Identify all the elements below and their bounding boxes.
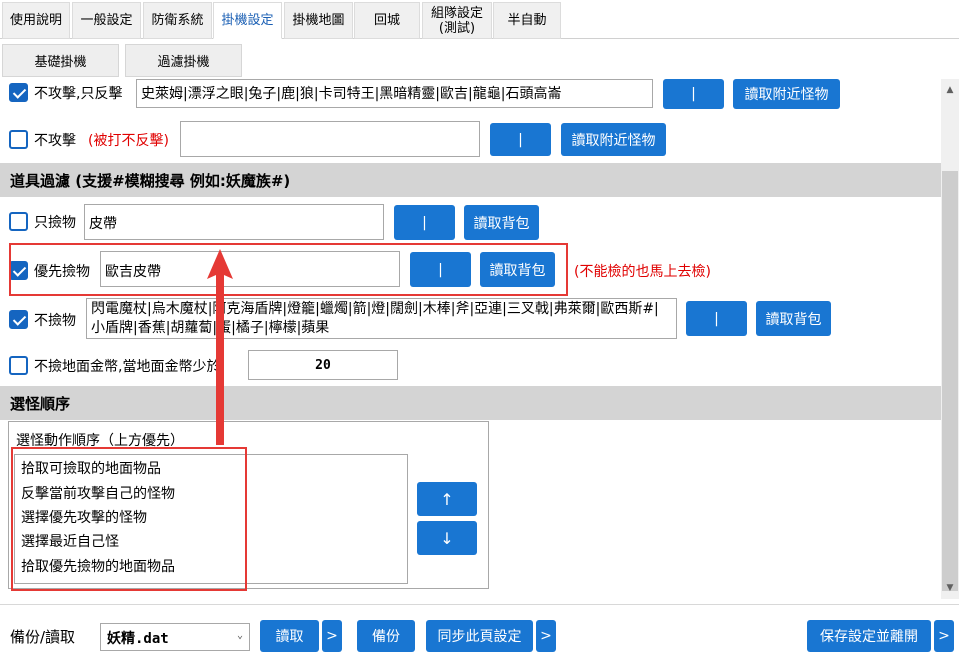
pickup-only-pipe-button[interactable]: |: [394, 205, 455, 240]
no-attack-note: (被打不反擊): [88, 133, 169, 149]
tab-general-settings[interactable]: 一般設定: [72, 2, 141, 39]
no-coins-label: 不撿地面金幣,當地面金幣少於: [34, 359, 221, 375]
no-attack-checkbox[interactable]: [9, 130, 28, 149]
subtab-basic-afk[interactable]: 基礎掛機: [2, 44, 119, 77]
tab-afk-map[interactable]: 掛機地圖: [284, 2, 353, 39]
no-pickup-label: 不撿物: [34, 313, 76, 329]
read-config-button[interactable]: 讀取: [260, 620, 319, 652]
red-arrow-annotation: [207, 249, 233, 445]
no-attack-counter-checkbox[interactable]: [9, 83, 28, 102]
save-more-button[interactable]: >: [934, 620, 954, 652]
tab-defense-system[interactable]: 防衛系統: [143, 2, 212, 39]
scroll-down-arrow-icon[interactable]: ▼: [941, 579, 959, 597]
scroll-up-arrow-icon[interactable]: ▲: [941, 81, 959, 99]
main-tab-bar: 使用說明 一般設定 防衛系統 掛機設定 掛機地圖 回城 組隊設定 (測試) 半自…: [0, 0, 959, 39]
config-file-select[interactable]: 妖精.dat ⌄: [100, 623, 250, 651]
target-order-highlight-box: [11, 447, 247, 591]
no-pickup-pipe-button[interactable]: |: [686, 301, 747, 336]
config-file-select-value: 妖精.dat: [107, 631, 169, 647]
target-order-section-header: 選怪順序: [0, 386, 941, 420]
sync-more-button[interactable]: >: [536, 620, 556, 652]
item-filter-section-header: 道具過濾 (支援#模糊搜尋 例如:妖魔族#): [0, 163, 941, 197]
move-up-button[interactable]: ↑: [417, 482, 477, 516]
chevron-down-icon: ⌄: [236, 630, 243, 641]
pickup-only-read-bag-button[interactable]: 讀取背包: [464, 205, 539, 240]
no-attack-counter-input[interactable]: 史萊姆|漂浮之眼|兔子|鹿|狼|卡司特王|黑暗精靈|歐吉|龍龜|石頭高崙: [136, 79, 653, 108]
save-and-exit-button[interactable]: 保存設定並離開: [807, 620, 931, 652]
read-more-button[interactable]: >: [322, 620, 342, 652]
no-attack-counter-pipe-button[interactable]: |: [663, 79, 724, 109]
tab-afk-settings[interactable]: 掛機設定: [213, 2, 282, 39]
no-attack-input[interactable]: [180, 121, 480, 157]
priority-pickup-highlight-box: [9, 243, 568, 296]
pickup-only-input[interactable]: 皮帶: [84, 204, 384, 240]
pickup-only-label: 只撿物: [34, 215, 76, 231]
subtab-filter-afk[interactable]: 過濾掛機: [125, 44, 242, 77]
no-attack-label: 不攻擊: [34, 133, 76, 149]
vertical-scrollbar[interactable]: ▲ ▼: [941, 79, 959, 599]
backup-button[interactable]: 備份: [357, 620, 415, 652]
tab-instructions[interactable]: 使用說明: [2, 2, 70, 39]
tab-party-settings[interactable]: 組隊設定 (測試): [422, 2, 492, 39]
tab-return-town[interactable]: 回城: [354, 2, 420, 39]
backup-read-label: 備份/讀取: [10, 628, 76, 646]
no-attack-pipe-button[interactable]: |: [490, 123, 551, 156]
move-down-button[interactable]: ↓: [417, 521, 477, 555]
sync-page-settings-button[interactable]: 同步此頁設定: [426, 620, 533, 652]
no-coins-threshold-input[interactable]: 20: [248, 350, 398, 380]
no-pickup-input[interactable]: 閃電魔杖|烏木魔杖|阿克海盾牌|燈籠|蠟燭|箭|燈|闊劍|木棒|斧|亞連|三叉戟…: [86, 298, 677, 339]
no-pickup-read-bag-button[interactable]: 讀取背包: [756, 301, 831, 336]
scroll-thumb[interactable]: [942, 171, 958, 591]
tab-semi-auto[interactable]: 半自動: [493, 2, 561, 39]
no-attack-counter-label: 不攻擊,只反擊: [34, 86, 123, 102]
priority-pickup-annotation: (不能檢的也馬上去檢): [574, 264, 711, 280]
no-pickup-checkbox[interactable]: [9, 310, 28, 329]
footer-bar: 備份/讀取 妖精.dat ⌄ 讀取 > 備份 同步此頁設定 > 保存設定並離開 …: [0, 604, 959, 659]
pickup-only-checkbox[interactable]: [9, 212, 28, 231]
no-attack-counter-read-nearby-button[interactable]: 讀取附近怪物: [733, 79, 840, 109]
no-attack-read-nearby-button[interactable]: 讀取附近怪物: [561, 123, 666, 156]
no-coins-checkbox[interactable]: [9, 356, 28, 375]
